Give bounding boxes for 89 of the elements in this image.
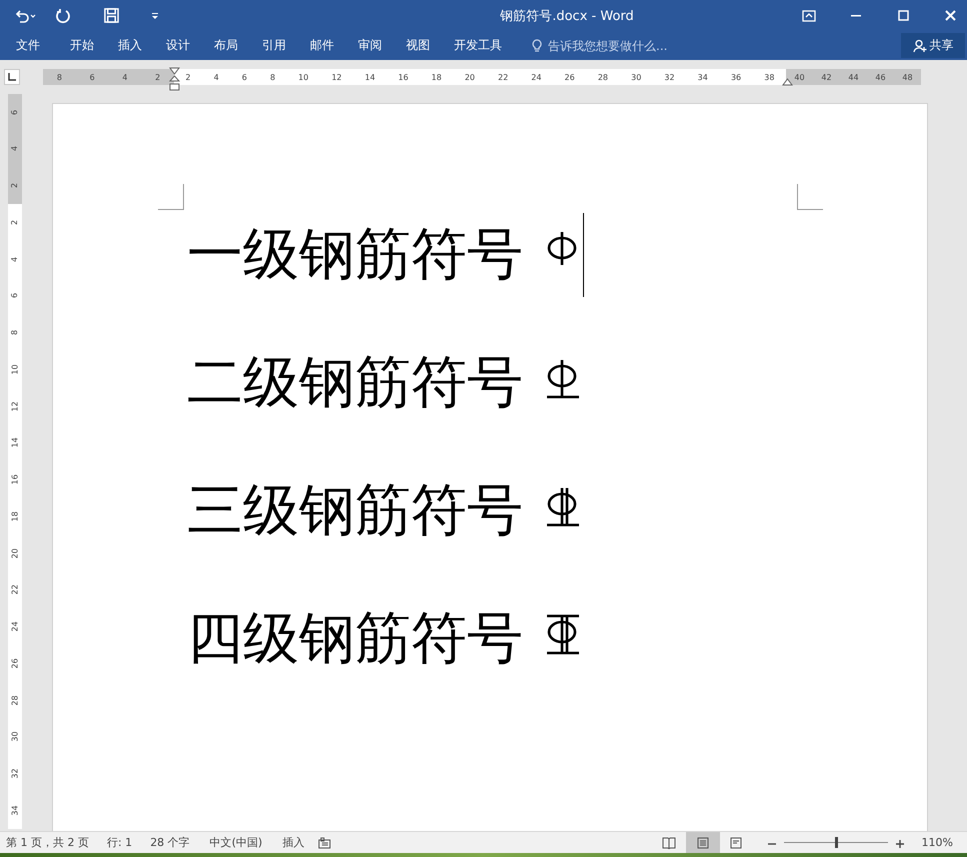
ruler-number: 10 [10,364,20,374]
menu-tab[interactable]: 设计 [154,32,202,58]
page-count[interactable]: 第 1 页，共 2 页 [6,835,89,850]
language-status[interactable]: 中文(中国) [210,835,262,850]
person-add-icon [912,38,926,52]
menu-tab[interactable]: 文件 [4,32,52,58]
ruler-number: 42 [821,72,832,82]
menu-tab[interactable]: 布局 [202,32,250,58]
corner-icon [8,73,16,81]
ruler-number: 30 [631,72,642,82]
word-count[interactable]: 28 个字 [150,835,190,850]
book-icon [662,836,676,848]
crop-mark [797,184,823,210]
ruler-number: 2 [10,183,20,188]
ruler-number: 28 [598,72,608,82]
ruler-number: 48 [902,72,913,82]
print-layout-button[interactable] [686,832,720,853]
menu-tab[interactable]: 开始 [58,32,106,58]
right-indent-marker-icon[interactable] [782,78,793,86]
ruler-number: 34 [10,805,20,816]
ruler-number: 14 [364,72,376,82]
ruler-number: 20 [10,548,20,558]
document-text: 二级钢筋符号 [187,349,523,417]
ruler-number: 10 [298,72,308,82]
ruler-number: 44 [848,72,859,82]
ruler-number: 32 [664,72,675,82]
document-page[interactable]: 一级钢筋符号 二级钢筋符号 三级钢筋符号 四级钢筋符号 [52,103,928,831]
ruler-number: 2 [10,220,20,225]
ruler-number: 4 [10,146,20,152]
ruler-number: 6 [10,293,20,298]
menu-tab[interactable]: 邮件 [298,32,346,58]
barred-phi-symbol-icon [545,613,581,655]
ruler-number: 40 [794,72,805,82]
ruler-number: 46 [875,72,886,82]
ruler-number: 26 [564,72,575,82]
ruler-number: 30 [10,732,20,742]
menu-tab[interactable]: 开发工具 [442,32,514,58]
insert-mode-status[interactable]: 插入 [282,835,304,850]
ruler-number: 6 [242,72,248,82]
plus-icon [896,840,904,848]
macro-icon[interactable] [318,836,332,848]
ruler-number: 20 [464,72,475,82]
ruler-number: 26 [10,658,20,668]
tab-selector-button[interactable] [4,69,20,85]
ruler-number: 34 [698,72,708,82]
ruler-number: 22 [10,584,20,595]
ruler-number: 6 [10,110,20,115]
crop-mark [158,184,184,210]
ruler-number: 6 [90,72,95,82]
ruler-number: 14 [10,438,20,448]
line-number: 行: 1 [106,835,132,850]
ruler-number: 28 [10,695,20,706]
ruler-number: 22 [498,72,508,82]
ruler-number: 36 [730,72,742,82]
window-title: 钢筋符号.docx - Word [499,8,635,24]
ruler-number: 8 [56,72,62,82]
ruler-number: 12 [332,72,342,82]
ruler-number: 4 [214,72,219,82]
menu-tab[interactable]: 视图 [394,32,442,58]
ruler-number: 16 [10,474,20,485]
lightbulb-icon [532,38,542,52]
double-bar-phi-symbol-icon [545,485,581,527]
document-text: 一级钢筋符号 [187,221,523,289]
ruler-number: 38 [764,72,774,82]
share-button[interactable]: 共享 [901,33,965,58]
menu-tab[interactable]: 引用 [250,32,298,58]
zoom-slider-thumb[interactable] [834,837,838,848]
web-page-icon [730,836,744,848]
ruler-number: 24 [531,72,542,82]
ruler-number: 8 [270,72,276,82]
document-text: 四级钢筋符号 [187,605,523,673]
phi-underline-symbol-icon [545,357,581,399]
zoom-percentage[interactable]: 110% [922,836,953,849]
ruler-number: 16 [398,72,408,82]
ruler-number: 8 [10,330,20,336]
document-text: 三级钢筋符号 [187,477,523,545]
menu-tab[interactable]: 审阅 [346,32,394,58]
page-lines-icon [696,836,710,848]
tell-me-field[interactable]: 告诉我您想要做什么... [546,38,750,54]
ruler-number: 24 [10,622,20,632]
ruler-number: 4 [10,256,20,262]
ruler-number: 18 [431,72,442,82]
ruler-number: 2 [155,72,160,82]
ruler-number: 4 [122,72,128,82]
menu-tab[interactable]: 插入 [106,32,154,58]
ruler-number: 32 [10,768,20,779]
ruler-number: 12 [10,401,20,412]
ruler-number: 18 [10,511,20,522]
ruler-number: 2 [186,72,191,82]
